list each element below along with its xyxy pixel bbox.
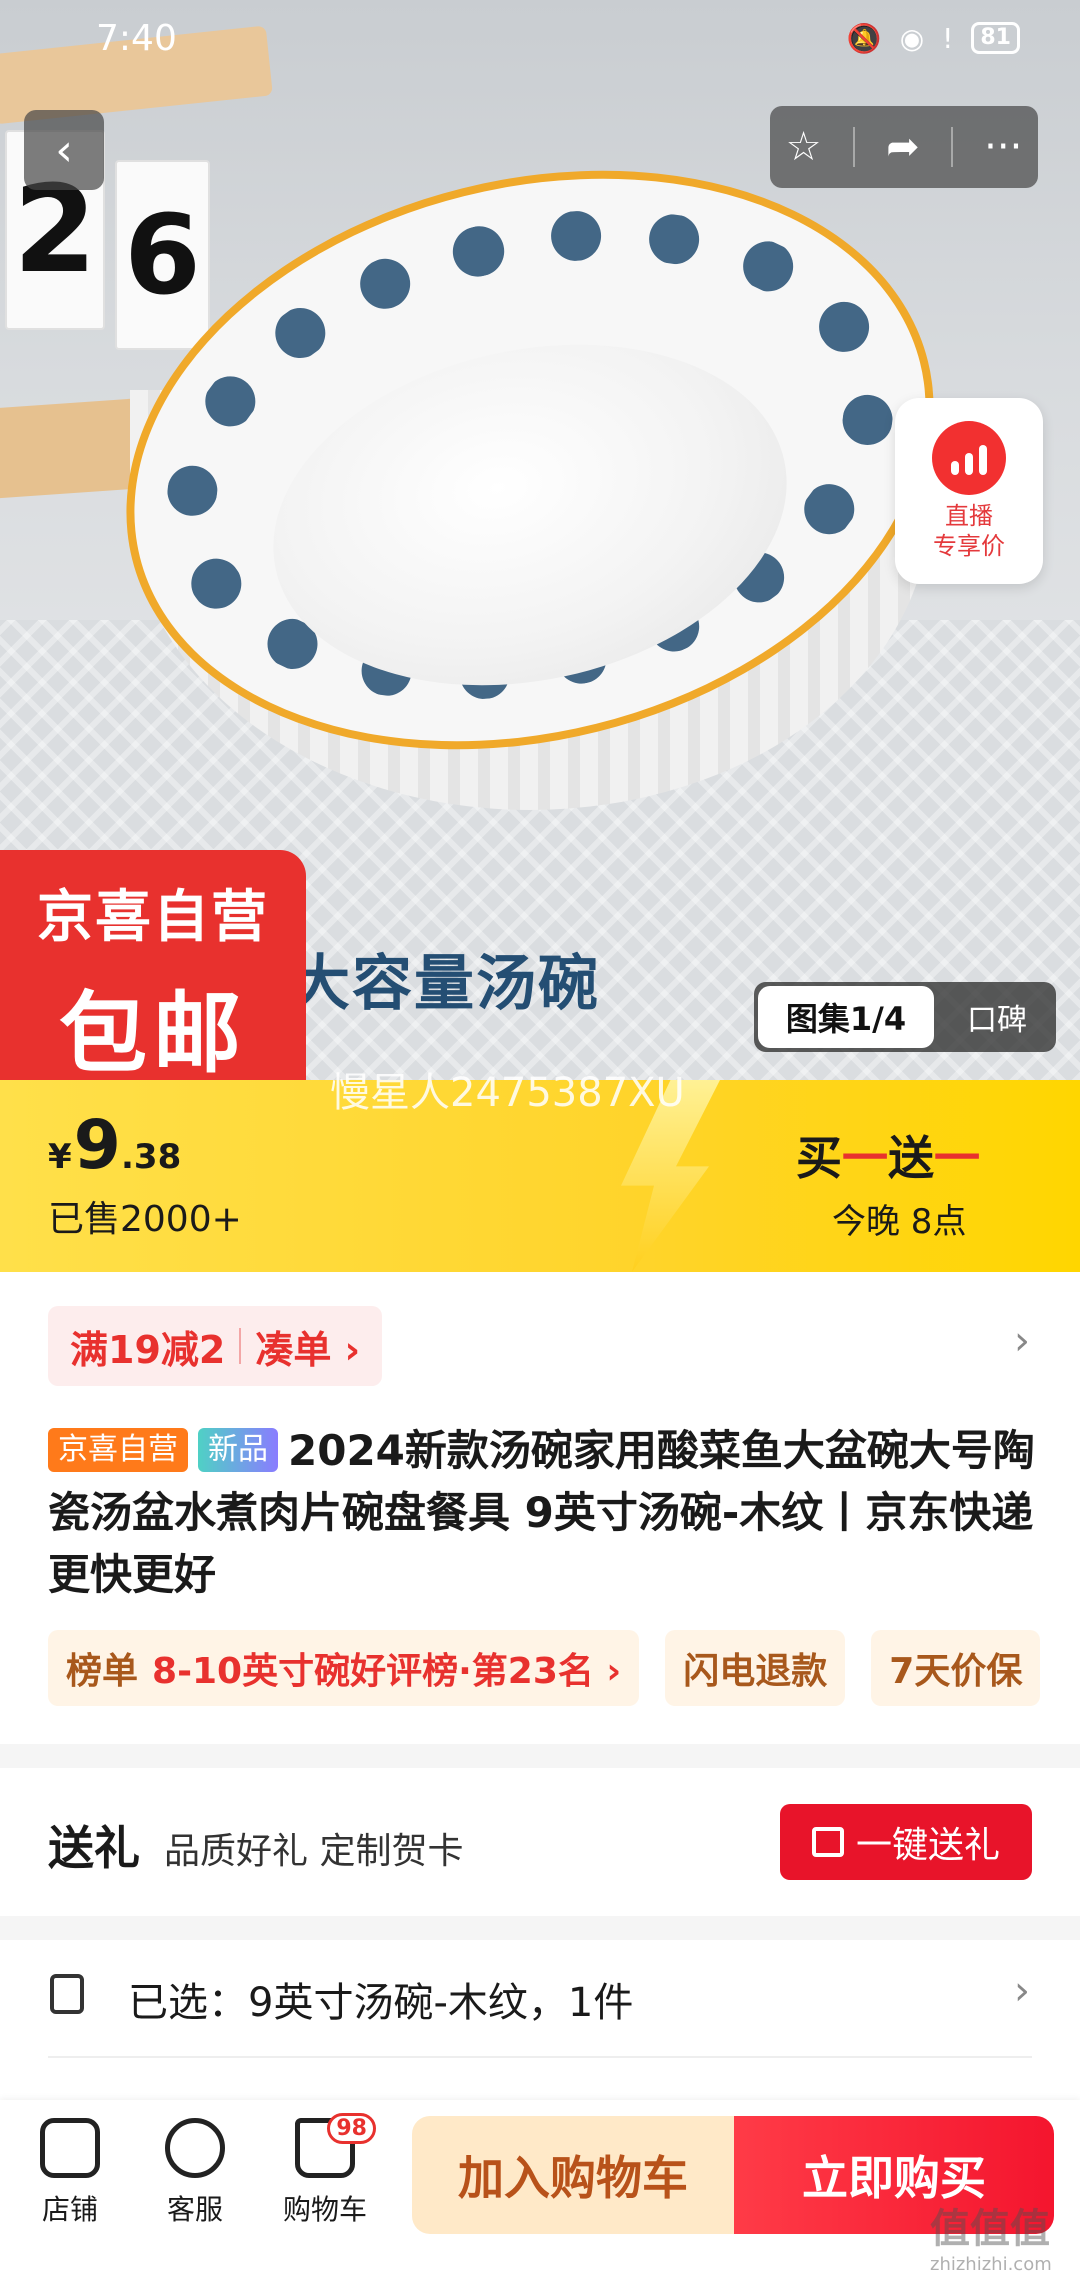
tab-reviews[interactable]: 口碑 <box>938 982 1056 1052</box>
discount-label: 满19减2 <box>70 1327 226 1372</box>
status-icons: 🔕 ◉ ! 81 <box>847 22 1020 55</box>
fast-refund-chip[interactable]: 闪电退款 <box>665 1630 846 1706</box>
service-label: 客服 <box>166 2193 223 2226</box>
back-button[interactable]: ‹ <box>24 110 104 190</box>
tab-gallery[interactable]: 图集1/4 <box>758 986 934 1048</box>
bowl-illustration <box>64 89 996 880</box>
share-icon[interactable]: ➦ <box>886 124 920 170</box>
battery-icon: 81 <box>971 22 1020 54</box>
divider <box>239 1328 242 1364</box>
chat-icon <box>165 2118 225 2178</box>
bogo-send: 送 <box>888 1131 934 1185</box>
section-gap <box>0 1744 1080 1768</box>
gallery-tabs: 图集1/4 口碑 <box>754 982 1056 1052</box>
sold-count: 已售2000+ <box>48 1199 242 1240</box>
product-title-text: 2024新款汤碗家用酸菜鱼大盆碗大号陶瓷汤盆水煮肉片碗盘餐具 9英寸汤碗-木纹丨… <box>48 1426 1035 1599</box>
price-decimal: .38 <box>121 1137 182 1177</box>
event-time: 今晚 8点 <box>832 1202 967 1242</box>
cart-icon: 98 <box>295 2113 376 2178</box>
selected-spec-text: 已选：9英寸汤碗-木纹，1件 <box>128 1980 634 2026</box>
send-gift-button[interactable]: 一键送礼 <box>780 1804 1032 1880</box>
cart-button[interactable]: 98 购物车 <box>265 2113 385 2228</box>
divider <box>950 127 953 167</box>
site-watermark: 值值值 zhizhizhi.com <box>930 2196 1052 2275</box>
chevron-right-icon: › <box>1014 1968 1030 2014</box>
status-time: 7:40 <box>96 17 177 59</box>
price-currency: ¥ <box>48 1137 72 1177</box>
ranking-value: 8-10英寸碗好评榜·第23名 › <box>152 1651 622 1692</box>
star-icon[interactable]: ☆ <box>786 124 822 170</box>
top-actions: ☆ ➦ ··· <box>770 106 1038 188</box>
gift-subtitle: 品质好礼 定制贺卡 <box>164 1831 464 1872</box>
live-badge-line1: 直播 <box>945 502 993 530</box>
divider <box>48 2056 1032 2058</box>
combine-order-link[interactable]: 凑单 › <box>255 1319 360 1374</box>
bogo-one: 一 <box>934 1131 980 1185</box>
tag-new: 新品 <box>198 1428 278 1472</box>
site-watermark-domain: zhizhizhi.com <box>930 2254 1052 2275</box>
site-watermark-text: 值值值 <box>930 2206 1050 2252</box>
buy-one-get-one: 买 一 送 一 <box>796 1122 980 1188</box>
add-to-cart-button[interactable]: 加入购物车 <box>412 2116 734 2234</box>
store-label: 店铺 <box>41 2193 98 2226</box>
ranking-chip[interactable]: 榜单 8-10英寸碗好评榜·第23名 › <box>48 1630 640 1706</box>
selected-spec-row[interactable]: 已选：9英寸汤碗-木纹，1件 › <box>0 1940 1080 2052</box>
cart-label: 购物车 <box>282 2193 367 2226</box>
store-icon <box>40 2118 100 2178</box>
more-icon[interactable]: ··· <box>984 124 1022 170</box>
cart-count-badge: 98 <box>327 2113 376 2144</box>
customer-service-button[interactable]: 客服 <box>135 2118 255 2228</box>
chevron-right-icon[interactable]: › <box>1014 1318 1030 1364</box>
bottom-action-bar: 店铺 客服 98 购物车 加入购物车 立即购买 <box>0 2100 1080 2280</box>
service-chips: 榜单 8-10英寸碗好评榜·第23名 › 闪电退款 7天价保 <box>48 1630 1041 1706</box>
product-title: 京喜自营 新品 2024新款汤碗家用酸菜鱼大盆碗大号陶瓷汤盆水煮肉片碗盘餐具 9英寸… <box>48 1420 1038 1606</box>
price: ¥ 9 .38 <box>48 1106 181 1185</box>
mute-icon: 🔕 <box>846 21 882 55</box>
live-icon <box>932 421 1006 495</box>
promo-tag-line1: 京喜自营 <box>37 885 269 950</box>
divider <box>852 127 855 167</box>
bogo-buy: 买 <box>796 1131 842 1185</box>
alert-icon: ! <box>942 21 954 55</box>
live-price-badge[interactable]: 直播 专享价 <box>895 398 1043 584</box>
gift-label: 送礼 <box>48 1821 140 1875</box>
wifi-icon: ◉ <box>899 21 925 55</box>
jingxi-free-shipping-tag: 京喜自营 包邮 <box>0 850 306 1085</box>
gift-row: 送礼 品质好礼 定制贺卡 一键送礼 <box>0 1768 1080 1916</box>
chevron-left-icon: ‹ <box>55 124 73 176</box>
store-button[interactable]: 店铺 <box>10 2118 130 2228</box>
price-integer: 9 <box>73 1106 121 1185</box>
live-badge-line2: 专享价 <box>933 532 1005 560</box>
bogo-one: 一 <box>842 1131 888 1185</box>
image-banner-text: 大容量汤碗 <box>290 949 600 1019</box>
coupon-row[interactable]: 满19减2 凑单 › <box>48 1306 383 1386</box>
user-watermark: 慢星人2475387XU <box>330 1070 685 1116</box>
gift-icon <box>811 1827 844 1857</box>
promo-tag-line2: 包邮 <box>58 982 247 1085</box>
ranking-label: 榜单 <box>66 1651 139 1692</box>
tag-self-operated: 京喜自营 <box>48 1428 188 1472</box>
status-bar: 7:40 🔕 ◉ ! 81 <box>0 0 1080 76</box>
section-gap <box>0 1916 1080 1940</box>
price-protect-chip[interactable]: 7天价保 <box>871 1630 1041 1706</box>
send-gift-label: 一键送礼 <box>855 1825 1000 1866</box>
checklist-icon <box>50 1974 84 2014</box>
